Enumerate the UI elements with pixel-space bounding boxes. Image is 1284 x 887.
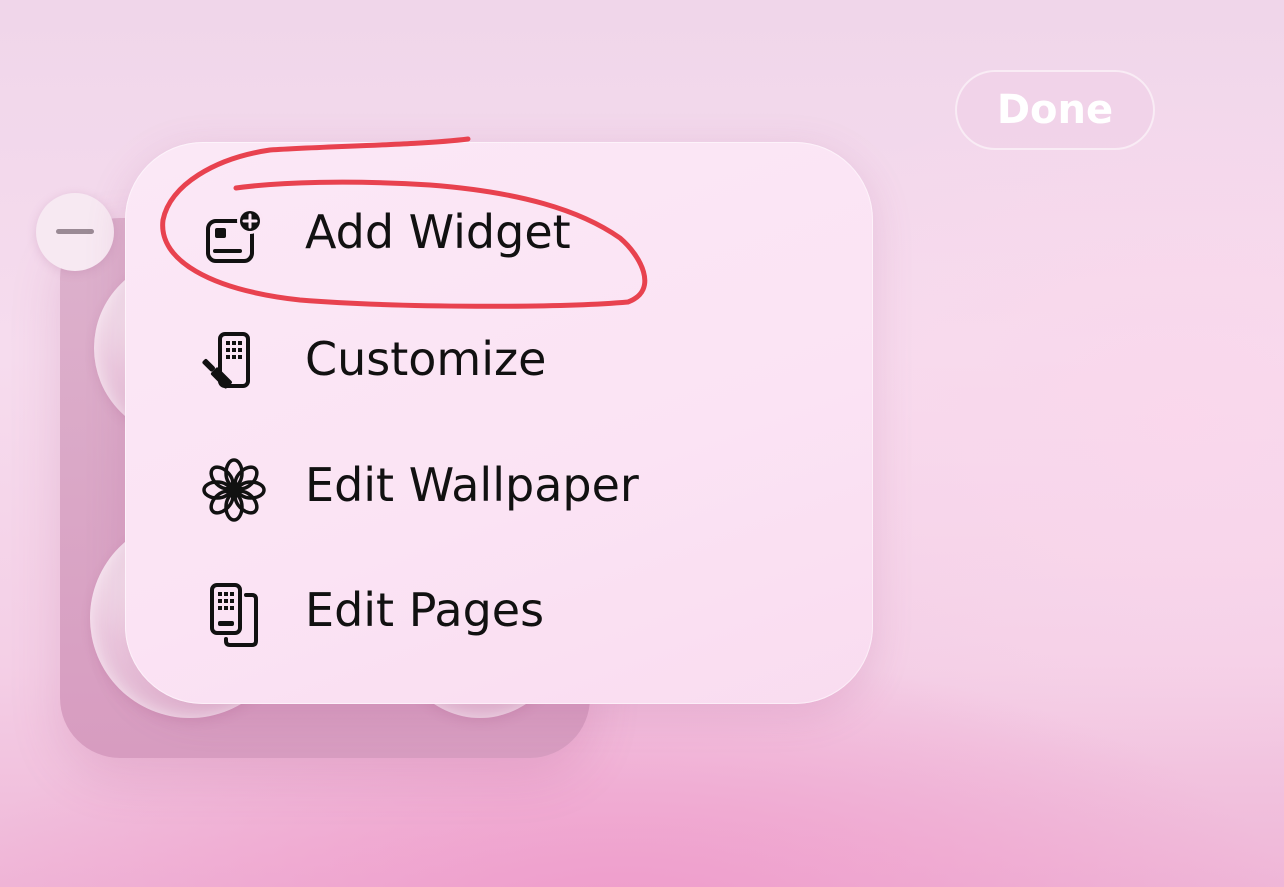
- customize-icon: [202, 332, 266, 396]
- menu-item-edit-pages[interactable]: Edit Pages: [125, 550, 873, 670]
- menu-item-edit-wallpaper[interactable]: Edit Wallpaper: [125, 425, 873, 545]
- add-widget-icon: [202, 205, 266, 269]
- menu-item-label: Edit Wallpaper: [305, 458, 639, 512]
- edit-pages-icon: [202, 583, 266, 647]
- menu-item-label: Edit Pages: [305, 583, 545, 637]
- done-button[interactable]: Done: [955, 70, 1155, 150]
- context-menu: Add Widget Customize Edit Wallpaper Edit…: [125, 142, 873, 704]
- flower-icon: [202, 458, 266, 522]
- minus-icon: [56, 229, 94, 234]
- menu-item-label: Add Widget: [305, 205, 571, 259]
- menu-item-customize[interactable]: Customize: [125, 299, 873, 419]
- menu-item-add-widget[interactable]: Add Widget: [125, 172, 873, 292]
- menu-item-label: Customize: [305, 332, 547, 386]
- remove-widget-button[interactable]: [36, 193, 114, 271]
